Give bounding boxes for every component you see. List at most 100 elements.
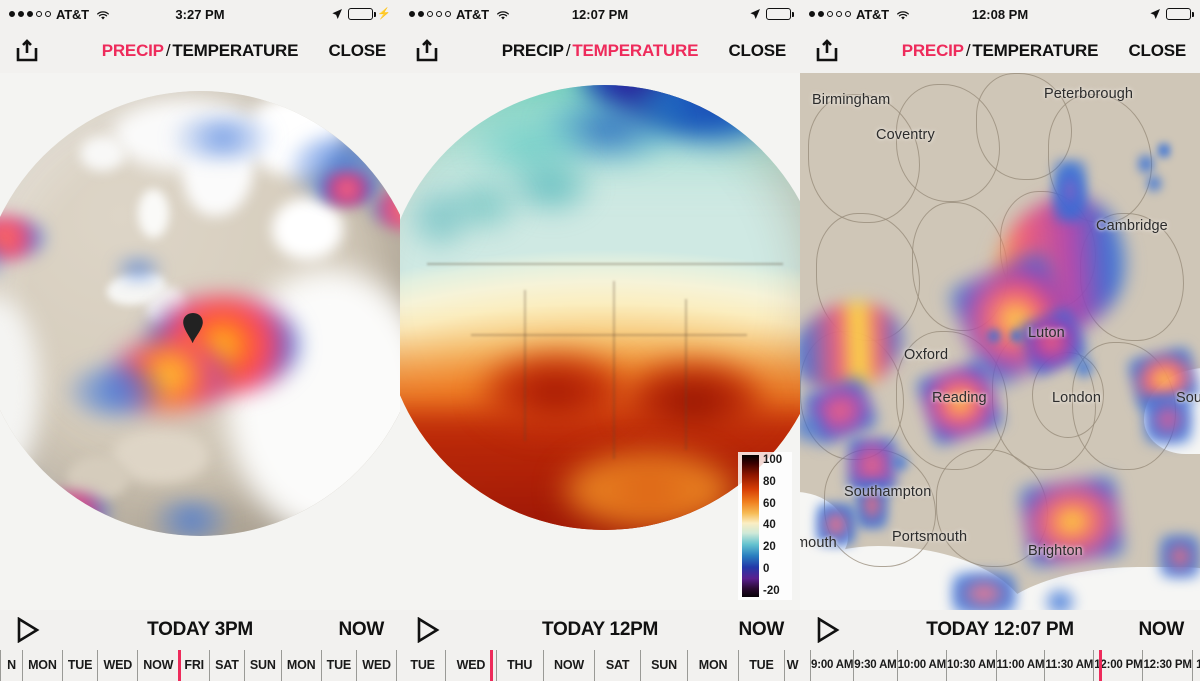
timeline-tick[interactable]: FRI xyxy=(178,650,209,681)
timeline-tick[interactable]: TUE xyxy=(737,650,784,681)
timeline-bar: TODAY 12PM NOW TUE WED THU NOW SAT SUN M… xyxy=(400,610,800,681)
temperature-legend: 100 80 60 40 20 0 -20 xyxy=(738,452,792,600)
timeline-tick[interactable]: 9:00 AM xyxy=(810,650,853,681)
location-pin-marker[interactable] xyxy=(182,313,204,348)
tab-precip[interactable]: PRECIP xyxy=(502,41,564,60)
city-label: Portsmouth xyxy=(892,529,968,546)
timeline-scrubber[interactable]: 9:00 AM 9:30 AM 10:00 AM 10:30 AM 11:00 … xyxy=(800,650,1200,681)
legend-tick: 40 xyxy=(763,519,776,532)
city-label: Oxford xyxy=(904,346,949,363)
wifi-icon xyxy=(896,9,910,20)
carrier-label: AT&T xyxy=(56,6,89,22)
tab-precip[interactable]: PRECIP xyxy=(902,41,964,60)
city-label: Brighton xyxy=(1028,542,1083,559)
timeline-tick[interactable]: 10:30 AM xyxy=(946,650,996,681)
legend-tick: -20 xyxy=(763,584,780,597)
timeline-tick[interactable]: 10:00 AM xyxy=(896,650,946,681)
nav-bar: PRECIP / TEMPERATURE CLOSE xyxy=(800,28,1200,73)
share-icon[interactable] xyxy=(814,38,840,64)
timeline-tick[interactable]: TUE xyxy=(400,650,445,681)
timeline-tick[interactable]: WED xyxy=(356,650,396,681)
timeline-tick[interactable]: SAT xyxy=(209,650,244,681)
timeline-tick[interactable]: WED xyxy=(445,650,495,681)
timeline-tick-now[interactable]: NOW xyxy=(542,650,595,681)
share-icon[interactable] xyxy=(414,38,440,64)
status-right xyxy=(1149,8,1194,20)
play-icon[interactable] xyxy=(816,616,840,644)
now-button[interactable]: NOW xyxy=(1138,619,1184,641)
timeline-tick[interactable]: SAT xyxy=(594,650,639,681)
legend-tick: 0 xyxy=(763,562,770,575)
timeline-scrubber[interactable]: N MON TUE WED NOW FRI SAT SUN MON TUE WE… xyxy=(0,650,400,681)
now-button[interactable]: NOW xyxy=(338,619,384,641)
wifi-icon xyxy=(96,9,110,20)
battery-icon xyxy=(348,8,377,20)
precipitation-cell xyxy=(984,325,1004,347)
status-bar: AT&T 12:08 PM xyxy=(800,0,1200,28)
map-stage-globe-precip[interactable] xyxy=(0,73,400,610)
precipitation-cell xyxy=(1008,325,1024,347)
timeline-tick-now[interactable]: 12:00 PM xyxy=(1093,650,1143,681)
status-left: AT&T xyxy=(9,7,110,22)
battery-icon xyxy=(766,8,794,20)
location-arrow-icon xyxy=(331,8,343,20)
city-label: mouth xyxy=(800,534,837,551)
precipitation-cell xyxy=(1040,583,1080,610)
timeline-tick[interactable]: W xyxy=(784,650,800,681)
precipitation-cell xyxy=(1144,169,1164,197)
legend-tick-labels: 100 80 60 40 20 0 -20 xyxy=(759,454,789,597)
city-label: Sout xyxy=(1176,389,1200,406)
timeline-tick[interactable]: TUE xyxy=(61,650,98,681)
map-stage-flat-precip[interactable]: Birmingham Coventry Peterborough Cambrid… xyxy=(800,73,1200,610)
now-button[interactable]: NOW xyxy=(738,619,784,641)
precipitation-cell xyxy=(1052,158,1088,224)
timeline-tick[interactable]: 12:30 PM xyxy=(1142,650,1192,681)
legend-gradient-bar xyxy=(742,455,759,597)
timeline-tick[interactable]: SUN xyxy=(639,650,688,681)
timeline-tick-now[interactable]: NOW xyxy=(137,650,178,681)
status-left: AT&T xyxy=(809,7,910,22)
timeline-tick[interactable]: MON xyxy=(22,650,62,681)
close-button[interactable]: CLOSE xyxy=(728,41,786,61)
timeline-tick[interactable]: TUE xyxy=(320,650,357,681)
timeline-tick[interactable]: 9:30 AM xyxy=(853,650,897,681)
charging-bolt-icon: ⚡ xyxy=(377,7,391,20)
status-right: ⚡ xyxy=(331,8,391,20)
timeline-tick[interactable]: MON xyxy=(280,650,321,681)
close-button[interactable]: CLOSE xyxy=(1128,41,1186,61)
city-label: Luton xyxy=(1028,325,1065,342)
timeline-header: TODAY 3PM NOW xyxy=(0,610,400,650)
status-bar: AT&T 3:27 PM ⚡ xyxy=(0,0,400,28)
precipitation-cell xyxy=(1160,534,1200,578)
city-label: Birmingham xyxy=(812,91,891,108)
city-label: Reading xyxy=(932,389,987,406)
timeline-tick[interactable]: WED xyxy=(97,650,137,681)
battery-icon xyxy=(1166,8,1194,20)
timeline-tick[interactable]: N xyxy=(0,650,22,681)
play-icon[interactable] xyxy=(16,616,40,644)
tab-separator: / xyxy=(565,40,571,60)
tab-precip[interactable]: PRECIP xyxy=(102,41,164,60)
timeline-header: TODAY 12PM NOW xyxy=(400,610,800,650)
legend-tick: 80 xyxy=(763,475,776,488)
tab-temperature[interactable]: TEMPERATURE xyxy=(972,41,1098,60)
timeline-tick[interactable]: 1:00 xyxy=(1191,650,1200,681)
timeline-tick[interactable]: 11:30 AM xyxy=(1044,650,1093,681)
tab-temperature[interactable]: TEMPERATURE xyxy=(172,41,298,60)
play-icon[interactable] xyxy=(416,616,440,644)
city-label: Southampton xyxy=(844,483,932,500)
timeline-tick[interactable]: THU xyxy=(495,650,543,681)
map-stage-globe-temperature[interactable]: 100 80 60 40 20 0 -20 xyxy=(400,73,800,610)
timeline-tick[interactable]: SUN xyxy=(243,650,281,681)
legend-tick: 60 xyxy=(763,497,776,510)
flat-map[interactable]: Birmingham Coventry Peterborough Cambrid… xyxy=(800,73,1200,610)
close-button[interactable]: CLOSE xyxy=(328,41,386,61)
nav-bar: PRECIP / TEMPERATURE CLOSE xyxy=(0,28,400,73)
phone-screen-precip-globe: AT&T 3:27 PM ⚡ PRECIP / TEMPERATURE CLOS… xyxy=(0,0,400,681)
timeline-header: TODAY 12:07 PM NOW xyxy=(800,610,1200,650)
tab-temperature[interactable]: TEMPERATURE xyxy=(572,41,698,60)
share-icon[interactable] xyxy=(14,38,40,64)
timeline-tick[interactable]: MON xyxy=(687,650,737,681)
timeline-tick[interactable]: 11:00 AM xyxy=(995,650,1045,681)
timeline-scrubber[interactable]: TUE WED THU NOW SAT SUN MON TUE W xyxy=(400,650,800,681)
